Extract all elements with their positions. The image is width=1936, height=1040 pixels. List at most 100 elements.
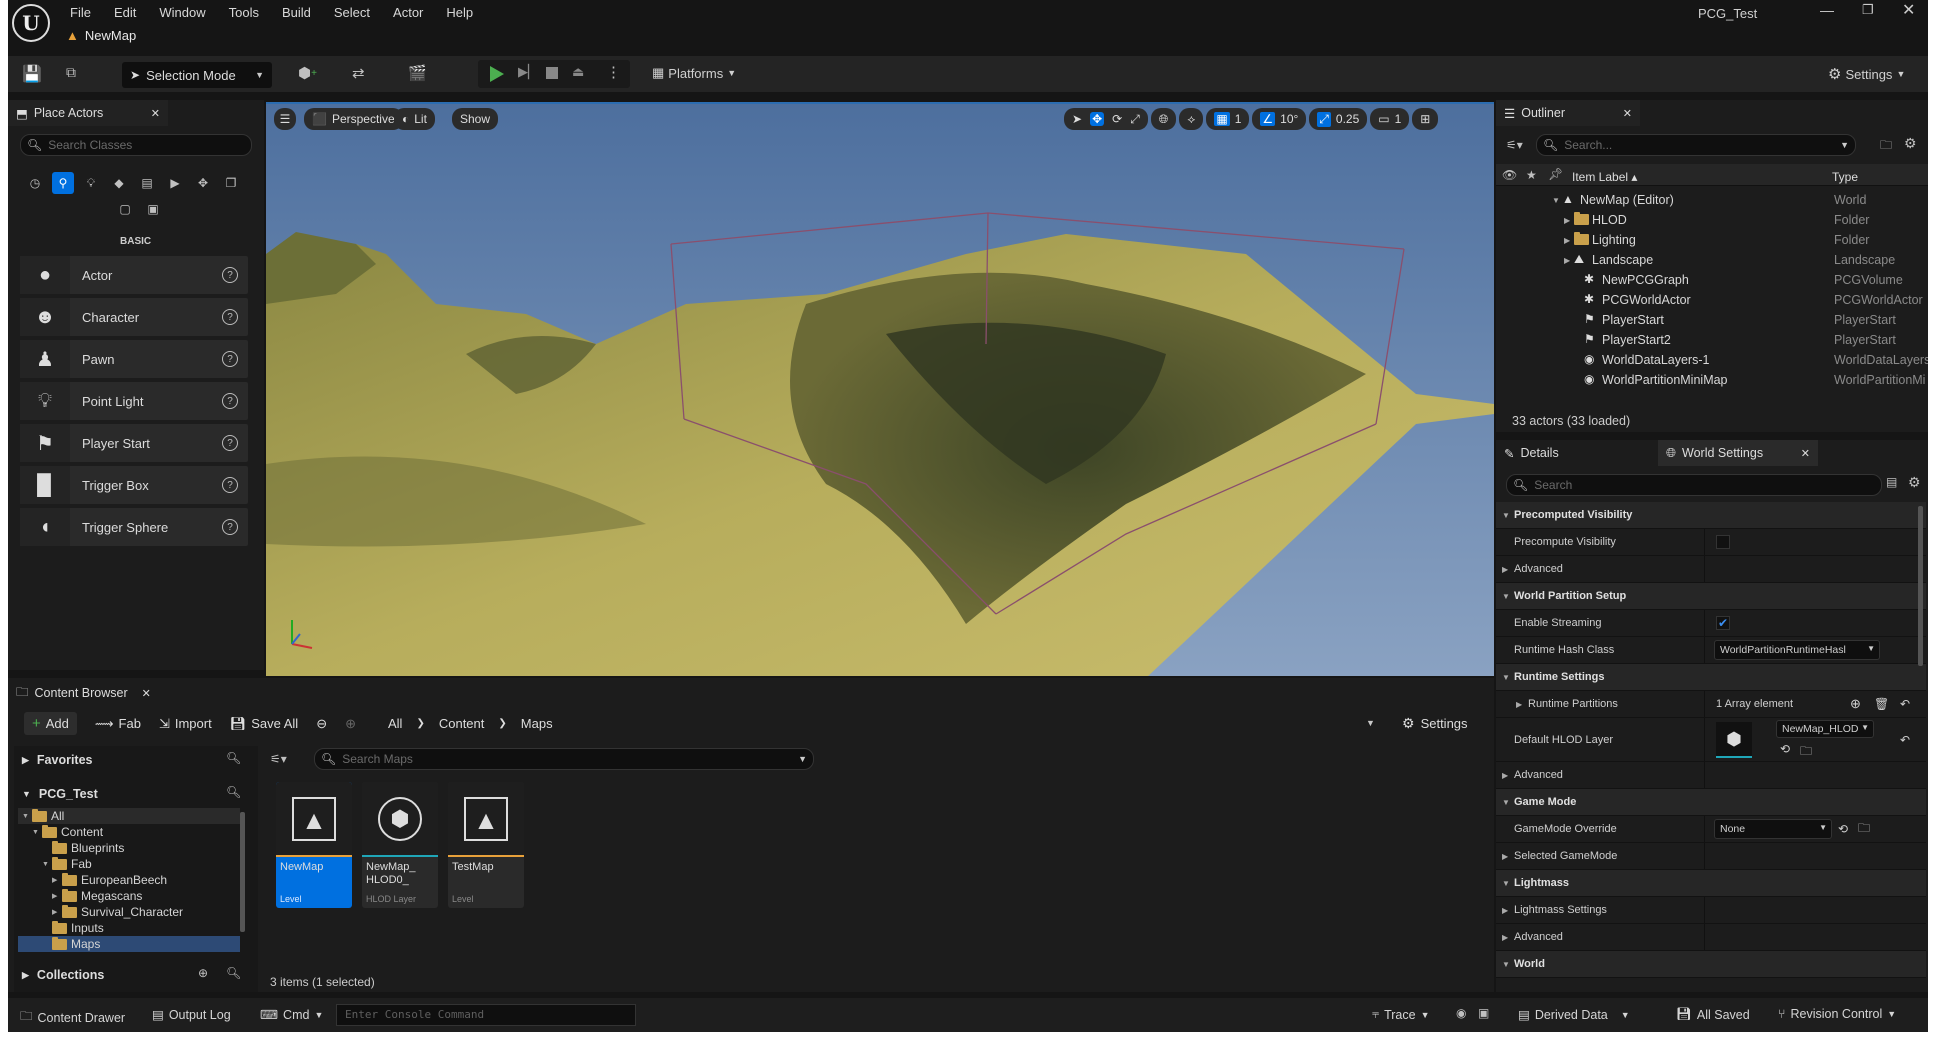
cinematic-icon[interactable]: ▤ — [136, 172, 158, 194]
chevron-right-icon[interactable]: ▶ — [1502, 771, 1508, 780]
output-log-button[interactable]: ▤ Output Log — [152, 1007, 231, 1023]
chevron-right-icon[interactable]: ▶ — [1516, 700, 1522, 709]
chevron-right-icon[interactable]: ▶ — [1564, 216, 1570, 225]
menu-build[interactable]: Build — [282, 5, 311, 20]
details-property[interactable]: ▶ Advanced — [1496, 924, 1926, 951]
browse-icon[interactable]: ⧉ — [66, 64, 76, 81]
outliner-row[interactable]: ▶ Lighting Folder — [1496, 230, 1928, 250]
outliner-row[interactable]: ◉ WorldPartitionMiniMap WorldPartitionMi — [1496, 370, 1928, 390]
save-icon[interactable]: 💾 — [22, 64, 42, 84]
maximize-button[interactable]: ❐ — [1862, 2, 1874, 18]
outliner-row[interactable]: ⚑ PlayerStart2 PlayerStart — [1496, 330, 1928, 350]
actor-item-trigger-box[interactable]: ▉ Trigger Box? — [20, 466, 248, 504]
outliner-row[interactable]: ✱ NewPCGGraph PCGVolume — [1496, 270, 1928, 290]
use-selected-icon[interactable]: ⟲ — [1838, 822, 1848, 836]
derived-data-button[interactable]: ▤ Derived Data ▼ — [1518, 1007, 1630, 1023]
filter-icon[interactable]: ⚟▾ — [270, 752, 287, 766]
layout-button[interactable]: ⊞ — [1412, 108, 1439, 130]
details-scrollbar[interactable] — [1918, 506, 1923, 666]
unreal-logo[interactable]: U — [12, 4, 50, 42]
menu-window[interactable]: Window — [159, 5, 205, 20]
selection-mode-dropdown[interactable]: ➤ Selection Mode ▼ — [122, 62, 272, 88]
more-options-icon[interactable]: ⋮ — [606, 63, 621, 81]
close-icon[interactable]: ✕ — [151, 107, 160, 120]
search-icon[interactable]: 🔍︎ — [226, 966, 241, 980]
chevron-down-icon[interactable]: ▼ — [1502, 511, 1510, 520]
collections-section[interactable]: ▶ Collections — [22, 968, 104, 982]
trace-dropdown[interactable]: ⫧ Trace ▼ — [1372, 1007, 1429, 1022]
platforms-dropdown[interactable]: ▦ Platforms ▼ — [652, 65, 736, 81]
basic-icon[interactable]: ⚲ — [52, 172, 74, 194]
details-tab[interactable]: ✎ Details — [1496, 440, 1656, 466]
browse-icon[interactable]: 🗀 — [1800, 742, 1812, 763]
breadcrumb-maps[interactable]: Maps — [521, 716, 553, 731]
content-settings-button[interactable]: ⚙ Settings — [1402, 715, 1468, 732]
outliner-row[interactable]: ▼ ▲ NewMap (Editor) World — [1496, 190, 1928, 210]
gear-icon[interactable]: ⚙ — [1904, 135, 1917, 152]
search-classes-input[interactable]: 🔍︎ Search Classes — [20, 134, 252, 156]
help-icon[interactable]: ? — [222, 519, 238, 535]
runtime-hash-dropdown[interactable]: WorldPartitionRuntimeHasl ▼ — [1714, 640, 1880, 660]
folder-blueprints[interactable]: Blueprints — [18, 840, 240, 856]
surface-snap-toggle[interactable]: ⟡ — [1179, 108, 1204, 130]
help-icon[interactable]: ? — [222, 393, 238, 409]
chevron-right-icon[interactable]: ▶ — [1502, 933, 1508, 942]
actor-item-point-light[interactable]: 💡︎ Point Light? — [20, 382, 248, 420]
gear-icon[interactable]: ⚙ — [1908, 474, 1921, 491]
folder-all[interactable]: ▼ All — [18, 808, 240, 824]
reset-icon[interactable]: ↶ — [1900, 733, 1910, 747]
details-property[interactable]: ▶ Lightmass Settings — [1496, 897, 1926, 924]
import-button[interactable]: ⇲ Import — [159, 716, 212, 732]
minimize-button[interactable]: — — [1820, 2, 1834, 18]
stop-button[interactable] — [546, 67, 558, 79]
new-folder-icon[interactable]: 🗀 — [1880, 136, 1892, 157]
revision-control-button[interactable]: ⑂ Revision Control ▼ — [1778, 1007, 1896, 1021]
world-local-toggle[interactable]: 🌐︎ — [1150, 108, 1177, 130]
details-category[interactable]: ▼ Lightmass — [1496, 870, 1926, 897]
filter-icon[interactable]: ⚟▾ — [1506, 138, 1523, 152]
close-icon[interactable]: ✕ — [142, 687, 151, 700]
help-icon[interactable]: ? — [222, 435, 238, 451]
chevron-right-icon[interactable]: ▶ — [52, 892, 62, 900]
details-category[interactable]: ▼ World — [1496, 951, 1926, 978]
details-category[interactable]: ▼ World Partition Setup — [1496, 583, 1926, 610]
menu-select[interactable]: Select — [334, 5, 370, 20]
outliner-search-input[interactable]: 🔍︎ Search... ▼ — [1536, 134, 1856, 156]
show-button[interactable]: Show — [452, 108, 499, 130]
outliner-row[interactable]: ▶ HLOD Folder — [1496, 210, 1928, 230]
chevron-right-icon[interactable]: ▶ — [1564, 236, 1570, 245]
menu-tools[interactable]: Tools — [229, 5, 259, 20]
visibility-icon[interactable]: 👁︎ — [1502, 168, 1517, 182]
add-element-icon[interactable]: ⊕ — [1850, 696, 1861, 712]
scale-tool-icon[interactable]: ⤢ — [1130, 112, 1140, 127]
details-search-input[interactable]: 🔍︎ Search — [1506, 474, 1882, 496]
outliner-row[interactable]: ◉ WorldDataLayers-1 WorldDataLayers — [1496, 350, 1928, 370]
tree-scrollbar[interactable] — [240, 812, 245, 932]
fab-button[interactable]: ⟿ Fab — [95, 716, 141, 732]
folder-europeanbeech[interactable]: ▶ EuropeanBeech — [18, 872, 240, 888]
project-section[interactable]: ▼ PCG_Test — [22, 787, 98, 801]
asset-tile[interactable]: ▲ NewMap Level — [276, 782, 352, 908]
chevron-right-icon[interactable]: ▶ — [1502, 852, 1508, 861]
chevron-down-icon[interactable]: ▼ — [1502, 879, 1510, 888]
search-maps-input[interactable]: 🔍︎ Search Maps ▼ — [314, 748, 814, 770]
precompute-visibility-checkbox[interactable] — [1716, 535, 1730, 549]
add-actor-icon[interactable]: ⬢ + — [298, 64, 317, 82]
chevron-right-icon[interactable]: ▶ — [1502, 565, 1508, 574]
camera-speed-button[interactable]: ▭ 1 — [1370, 108, 1410, 130]
star-icon[interactable]: ★ — [1526, 168, 1537, 182]
details-property[interactable]: ▶ Advanced — [1496, 556, 1926, 583]
recent-icon[interactable]: ◷ — [24, 172, 46, 194]
chevron-right-icon[interactable]: ▶ — [1502, 906, 1508, 915]
world-settings-tab[interactable]: 🌐︎ World Settings ✕ — [1658, 440, 1818, 466]
play-button[interactable] — [490, 66, 504, 82]
cmd-dropdown[interactable]: ⌨ Cmd ▼ — [260, 1007, 323, 1023]
outliner-tab[interactable]: ☰ Outliner ✕ — [1496, 100, 1640, 126]
chevron-down-icon[interactable]: ▼ — [42, 861, 52, 868]
blueprint-icon[interactable]: ⇄ — [352, 64, 365, 82]
volumes-icon[interactable]: ✥ — [192, 172, 214, 194]
chevron-down-icon[interactable]: ▼ — [22, 813, 32, 820]
details-property[interactable]: ▶ Runtime Partitions 1 Array element ⊕ 🗑︎ ↶ — [1496, 691, 1926, 718]
chevron-down-icon[interactable]: ▼ — [1366, 718, 1375, 728]
folder-fab[interactable]: ▼ Fab — [18, 856, 240, 872]
